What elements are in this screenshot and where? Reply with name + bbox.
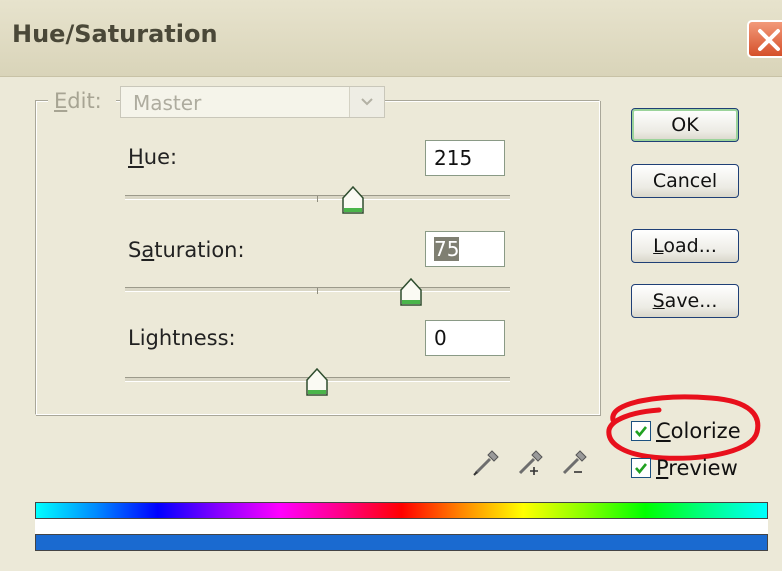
spectrum-gap [35, 519, 768, 534]
eyedropper-icon[interactable] [470, 445, 504, 479]
checkmark-icon [635, 463, 648, 475]
output-hue-bar [35, 534, 768, 551]
hue-input[interactable]: 215 [425, 140, 505, 176]
close-icon [758, 29, 780, 51]
colorize-label[interactable]: Colorize [656, 419, 741, 443]
input-hue-spectrum-bar [35, 502, 768, 519]
eyedropper-add-icon[interactable] [514, 445, 548, 479]
preview-label[interactable]: Preview [656, 456, 738, 480]
saturation-center-tick [317, 288, 318, 294]
close-button[interactable] [747, 20, 782, 58]
save-button[interactable]: Save... [631, 284, 739, 318]
hue-label: Hue: [128, 145, 178, 169]
ok-button[interactable]: OK [631, 108, 739, 142]
cancel-button[interactable]: Cancel [631, 164, 739, 198]
lightness-label: Lightness: [128, 326, 236, 350]
edit-dropdown-value: Master [133, 91, 202, 115]
dropdown-arrow[interactable] [349, 87, 384, 117]
chevron-down-icon [361, 98, 373, 106]
saturation-slider-thumb[interactable] [398, 276, 424, 308]
lightness-slider-thumb[interactable] [304, 366, 330, 398]
dialog-title: Hue/Saturation [12, 20, 218, 48]
edit-label: Edit: [54, 89, 102, 113]
load-button[interactable]: Load... [631, 229, 739, 263]
preview-checkbox[interactable] [631, 458, 651, 478]
hue-slider-thumb[interactable] [340, 184, 366, 216]
checkmark-icon [635, 426, 648, 438]
eyedropper-subtract-icon[interactable] [558, 445, 592, 479]
title-bar: Hue/Saturation [0, 0, 782, 77]
hue-saturation-dialog: Hue/Saturation Edit: Master Hue: 215 Sat… [0, 0, 782, 571]
colorize-checkbox[interactable] [631, 421, 651, 441]
hue-center-tick [317, 196, 318, 202]
lightness-input[interactable]: 0 [425, 320, 505, 356]
saturation-input[interactable]: 75 [425, 231, 505, 267]
edit-legend: Edit: [48, 86, 116, 116]
saturation-label: Saturation: [128, 238, 245, 262]
edit-dropdown[interactable]: Master [120, 86, 385, 118]
